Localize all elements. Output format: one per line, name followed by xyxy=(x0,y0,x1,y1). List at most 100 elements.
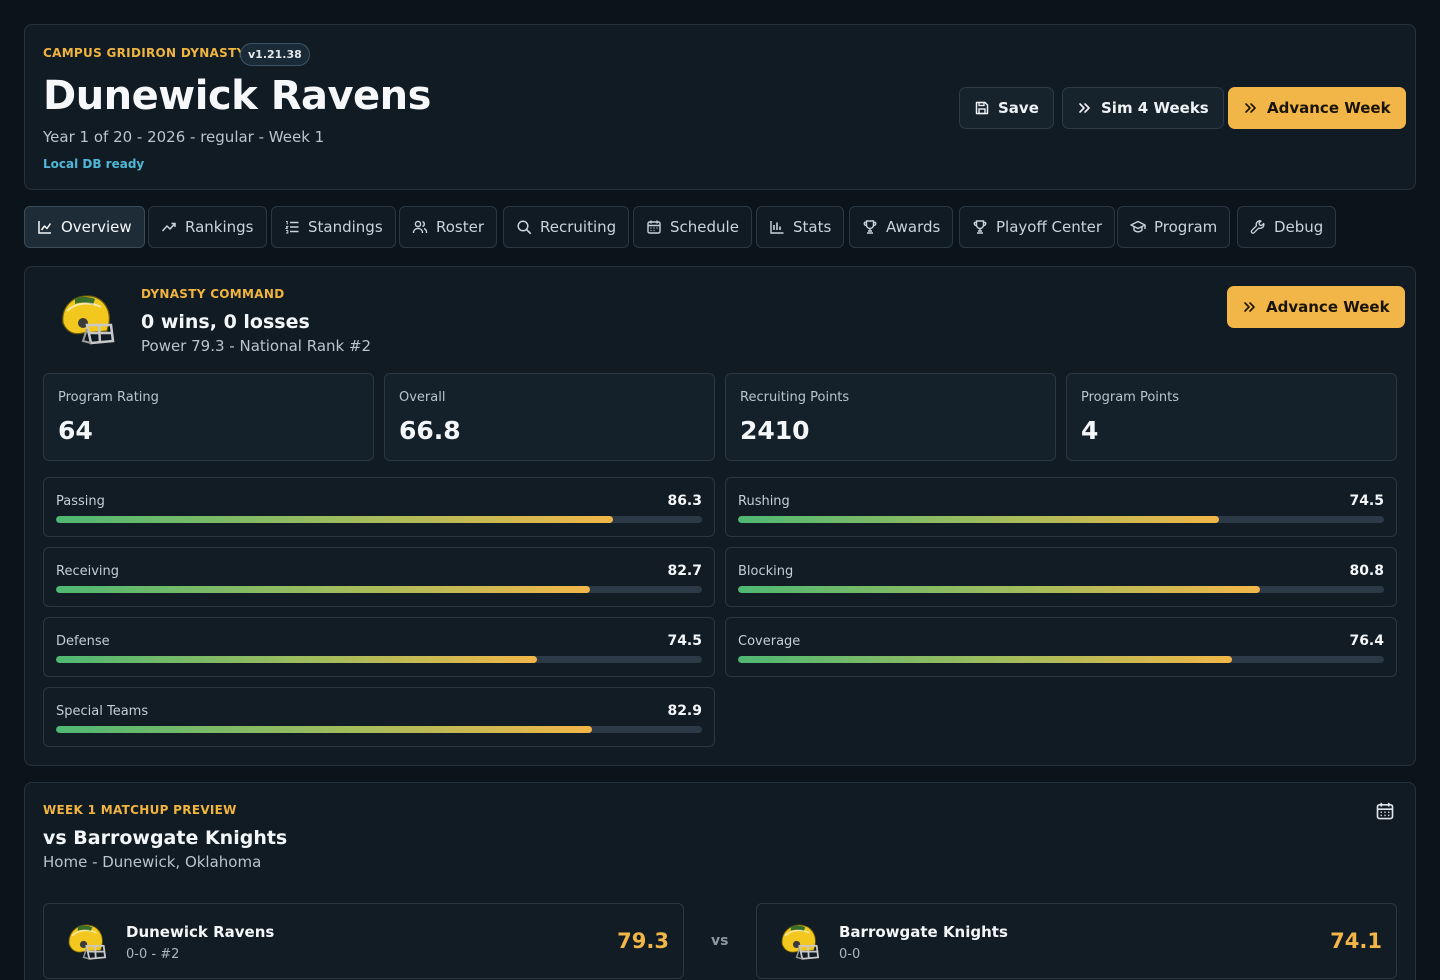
tab-label: Recruiting xyxy=(540,218,617,236)
calendar-icon xyxy=(647,220,661,234)
rating-fill xyxy=(56,656,538,663)
chevrons-right-icon xyxy=(1245,103,1256,113)
app-name: CAMPUS GRIDIRON DYNASTY xyxy=(43,46,246,60)
rating-bar-rushing: Rushing 74.5 xyxy=(725,477,1397,537)
bar-chart-icon xyxy=(770,221,784,234)
rating-track xyxy=(738,656,1384,663)
stat-card-program-rating: Program Rating 64 xyxy=(43,373,374,461)
team-power: 79.3 xyxy=(617,929,669,953)
advance-week-button[interactable]: Advance Week xyxy=(1228,87,1406,129)
db-status: Local DB ready xyxy=(43,157,145,171)
rating-value: 74.5 xyxy=(1349,493,1384,509)
matchup-preview-panel: WEEK 1 MATCHUP PREVIEW vs Barrowgate Kni… xyxy=(24,782,1416,980)
dynasty-header: CAMPUS GRIDIRON DYNASTY v1.21.38 Dunewic… xyxy=(24,24,1416,190)
stat-card-program-points: Program Points 4 xyxy=(1066,373,1397,461)
tab-schedule[interactable]: Schedule xyxy=(633,206,752,248)
rating-label: Coverage xyxy=(738,634,801,649)
tab-playoff-center[interactable]: Playoff Center xyxy=(959,206,1116,248)
rating-fill xyxy=(738,656,1232,663)
tab-standings[interactable]: Standings xyxy=(271,206,396,248)
search-icon xyxy=(517,220,532,235)
rating-label: Passing xyxy=(56,494,105,509)
stat-value: 64 xyxy=(58,416,93,445)
tab-label: Awards xyxy=(886,218,941,236)
dynasty-command-panel: DYNASTY COMMAND 0 wins, 0 losses Power 7… xyxy=(24,266,1416,766)
power-rank: Power 79.3 - National Rank #2 xyxy=(141,337,372,355)
rating-fill xyxy=(738,586,1260,593)
stat-label: Program Rating xyxy=(58,390,159,405)
away-team-card: Barrowgate Knights 0-0 74.1 xyxy=(756,903,1397,979)
chevrons-right-icon xyxy=(1079,103,1090,113)
rating-track xyxy=(738,586,1384,593)
sim-weeks-button[interactable]: Sim 4 Weeks xyxy=(1062,87,1224,129)
rating-value: 86.3 xyxy=(667,493,702,509)
advance-week-button[interactable]: Advance Week xyxy=(1227,286,1405,328)
season-subtitle: Year 1 of 20 - 2026 - regular - Week 1 xyxy=(43,128,325,146)
calendar-icon[interactable] xyxy=(1375,801,1395,821)
tab-label: Schedule xyxy=(670,218,739,236)
trending-up-icon xyxy=(161,222,176,232)
rating-value: 82.9 xyxy=(667,703,702,719)
tab-awards[interactable]: Awards xyxy=(849,206,954,248)
rating-bar-receiving: Receiving 82.7 xyxy=(43,547,715,607)
rating-label: Receiving xyxy=(56,564,120,579)
rating-bar-defense: Defense 74.5 xyxy=(43,617,715,677)
team-helmet-icon xyxy=(775,920,821,966)
list-ordered-icon xyxy=(284,221,299,234)
vs-label: vs xyxy=(711,933,729,949)
rating-fill xyxy=(56,586,591,593)
stat-card-overall: Overall 66.8 xyxy=(384,373,715,461)
team-name: Barrowgate Knights xyxy=(839,923,1008,941)
stat-card-recruiting-points: Recruiting Points 2410 xyxy=(725,373,1056,461)
tab-recruiting[interactable]: Recruiting xyxy=(503,206,630,248)
rating-track xyxy=(56,516,702,523)
rating-bar-coverage: Coverage 76.4 xyxy=(725,617,1397,677)
rating-value: 74.5 xyxy=(667,633,702,649)
tab-debug[interactable]: Debug xyxy=(1237,206,1337,248)
tab-overview[interactable]: Overview xyxy=(24,206,145,248)
home-team-card: Dunewick Ravens 0-0 - #2 79.3 xyxy=(43,903,684,979)
rating-value: 76.4 xyxy=(1349,633,1384,649)
save-icon xyxy=(975,101,989,115)
stat-label: Overall xyxy=(399,390,446,405)
save-button[interactable]: Save xyxy=(959,87,1054,129)
rating-value: 82.7 xyxy=(667,563,702,579)
team-name: Dunewick Ravens xyxy=(126,923,275,941)
tab-roster[interactable]: Roster xyxy=(399,206,498,248)
stat-value: 66.8 xyxy=(399,416,461,445)
rating-fill xyxy=(56,516,614,523)
chevrons-right-icon xyxy=(1244,302,1255,312)
tab-label: Program xyxy=(1154,218,1218,236)
stat-label: Recruiting Points xyxy=(740,390,850,405)
sim-weeks-label: Sim 4 Weeks xyxy=(1101,99,1209,117)
stat-value: 4 xyxy=(1081,416,1099,445)
rating-label: Special Teams xyxy=(56,704,149,719)
rating-value: 80.8 xyxy=(1349,563,1384,579)
team-record: 0-0 - #2 xyxy=(126,947,180,962)
rating-fill xyxy=(56,726,592,733)
stat-label: Program Points xyxy=(1081,390,1180,405)
trophy-icon xyxy=(973,220,987,234)
tab-label: Overview xyxy=(61,218,132,236)
section-eyebrow: WEEK 1 MATCHUP PREVIEW xyxy=(43,803,237,817)
rating-label: Defense xyxy=(56,634,110,649)
wrench-icon xyxy=(1250,220,1265,234)
tab-label: Stats xyxy=(793,218,832,236)
tab-label: Debug xyxy=(1274,218,1324,236)
matchup-title: vs Barrowgate Knights xyxy=(43,827,288,849)
rating-bar-blocking: Blocking 80.8 xyxy=(725,547,1397,607)
rating-track xyxy=(738,516,1384,523)
users-icon xyxy=(412,220,428,234)
tab-label: Playoff Center xyxy=(996,218,1103,236)
tab-label: Roster xyxy=(436,218,485,236)
advance-week-label: Advance Week xyxy=(1267,99,1391,117)
team-helmet-icon xyxy=(53,289,117,353)
tab-stats[interactable]: Stats xyxy=(756,206,845,248)
rating-fill xyxy=(738,516,1220,523)
rating-label: Rushing xyxy=(738,494,790,509)
advance-week-label: Advance Week xyxy=(1266,298,1390,316)
tab-program[interactable]: Program xyxy=(1117,206,1231,248)
tab-rankings[interactable]: Rankings xyxy=(148,206,267,248)
tab-label: Standings xyxy=(308,218,383,236)
chart-line-icon xyxy=(38,221,52,234)
